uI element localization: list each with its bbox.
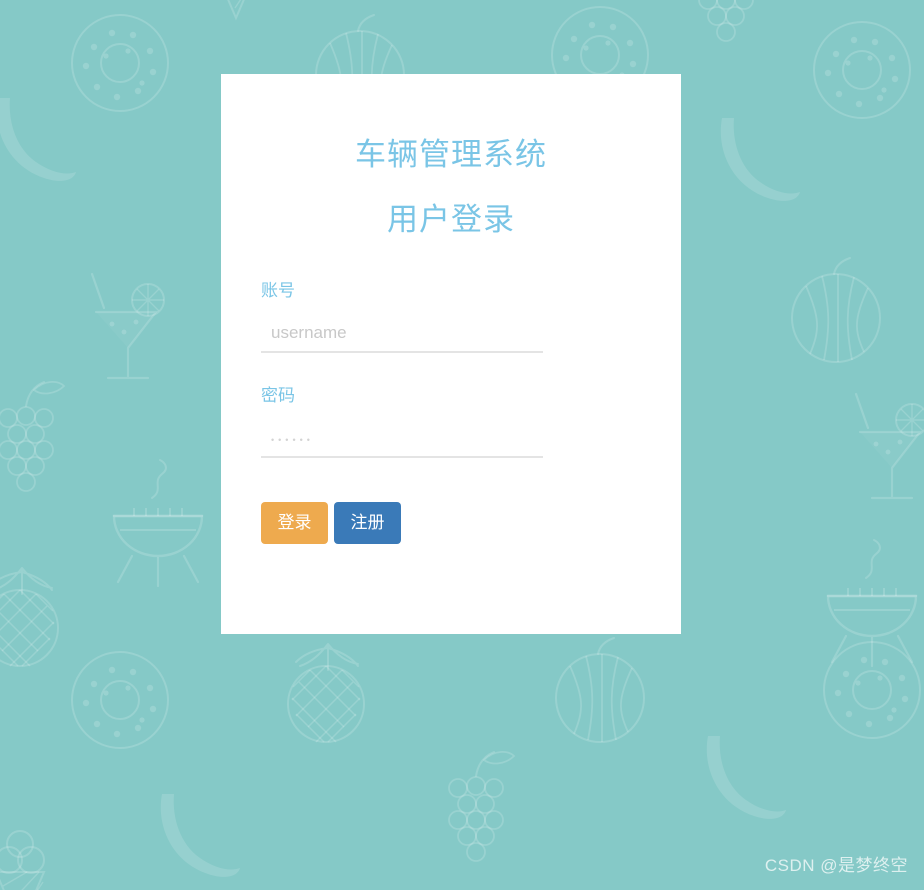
password-label: 密码 xyxy=(261,386,295,405)
username-label: 账号 xyxy=(261,281,295,300)
password-field-group: 密码 xyxy=(261,386,641,458)
username-field-group: 账号 xyxy=(261,281,641,353)
username-input[interactable] xyxy=(261,321,543,353)
page-title: 车辆管理系统 xyxy=(355,137,547,172)
login-button[interactable]: 登录 xyxy=(261,502,328,544)
login-form: 账号 密码 登录 注册 xyxy=(221,281,681,544)
login-actions: 登录 注册 xyxy=(261,502,641,544)
login-card: 车辆管理系统 用户登录 账号 密码 登录 注册 xyxy=(221,74,681,634)
register-button[interactable]: 注册 xyxy=(334,502,401,544)
password-input[interactable] xyxy=(261,426,543,458)
csdn-watermark: CSDN @是梦终空 xyxy=(764,856,908,875)
login-subtitle: 用户登录 xyxy=(387,202,515,237)
